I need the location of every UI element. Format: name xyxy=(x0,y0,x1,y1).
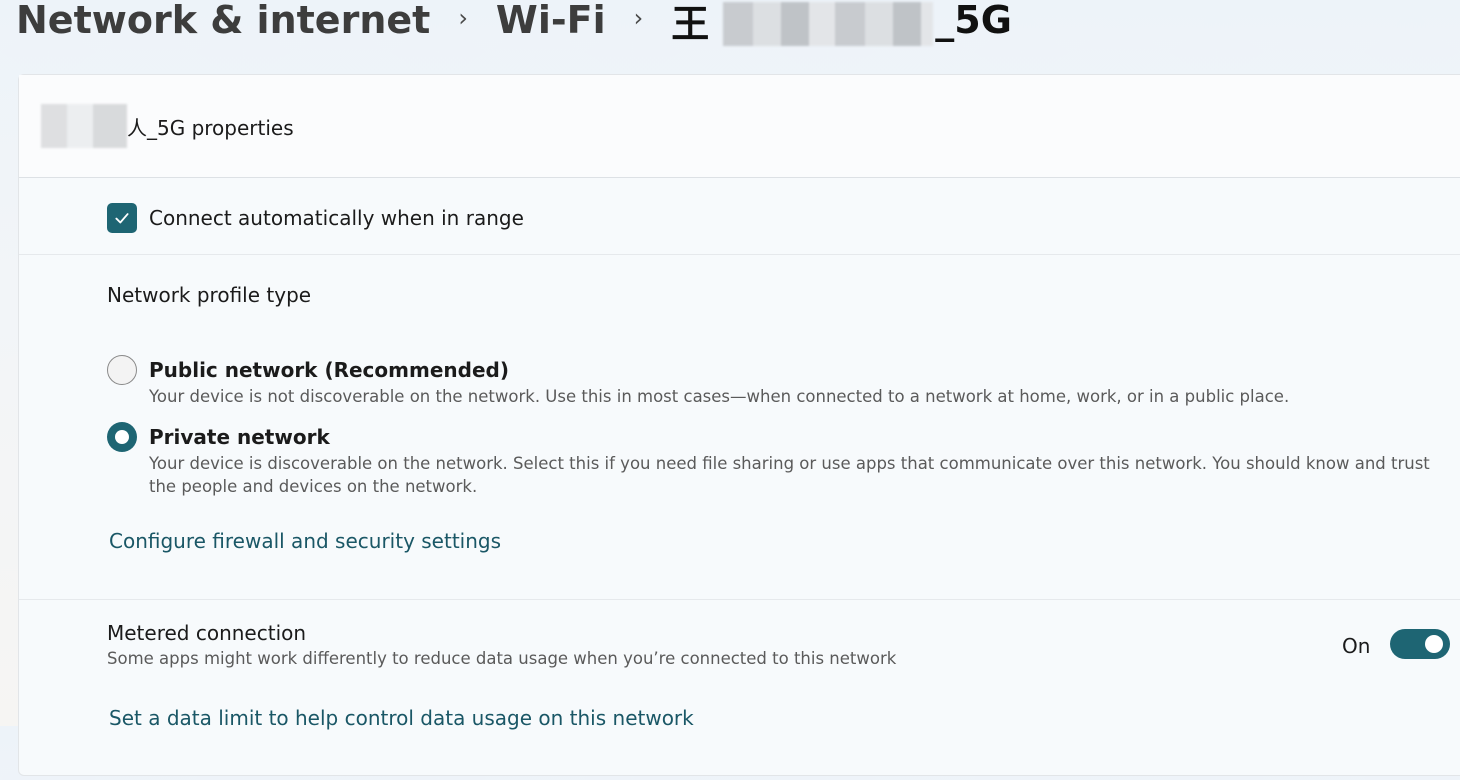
configure-firewall-link[interactable]: Configure firewall and security settings xyxy=(109,529,501,553)
breadcrumb-network-internet[interactable]: Network & internet xyxy=(16,0,430,42)
metered-connection-title: Metered connection xyxy=(107,621,307,645)
auto-connect-label[interactable]: Connect automatically when in range xyxy=(149,206,524,230)
network-properties-card: 人_5G properties Connect automatically wh… xyxy=(18,74,1460,776)
auto-connect-checkbox[interactable] xyxy=(107,203,137,233)
public-network-radio[interactable] xyxy=(107,355,137,385)
auto-connect-row: Connect automatically when in range xyxy=(19,178,1460,255)
set-data-limit-link[interactable]: Set a data limit to help control data us… xyxy=(109,706,694,730)
private-network-title[interactable]: Private network xyxy=(149,425,330,449)
toggle-knob xyxy=(1425,635,1443,653)
checkmark-icon xyxy=(115,213,129,224)
metered-connection-row: Metered connection Some apps might work … xyxy=(19,600,1460,780)
public-network-desc: Your device is not discoverable on the n… xyxy=(149,387,1290,406)
page-title-prefix: 王 xyxy=(671,1,710,46)
metered-connection-toggle[interactable] xyxy=(1390,629,1450,659)
public-network-title[interactable]: Public network (Recommended) xyxy=(149,358,509,382)
chevron-right-icon: › xyxy=(633,4,644,32)
redacted-network-name xyxy=(41,104,127,148)
network-profile-section: Network profile type Public network (Rec… xyxy=(19,255,1460,600)
metered-toggle-state: On xyxy=(1342,634,1371,658)
radio-dot xyxy=(115,430,129,444)
chevron-right-icon: › xyxy=(458,4,468,32)
page-title-suffix: _5G xyxy=(935,0,1012,42)
private-network-desc: Your device is discoverable on the netwo… xyxy=(149,454,1430,496)
network-profile-title: Network profile type xyxy=(107,283,312,307)
private-network-radio[interactable] xyxy=(107,422,137,452)
metered-connection-desc: Some apps might work differently to redu… xyxy=(107,649,897,668)
page-title: 王 _5G xyxy=(671,0,1012,48)
card-header: 人_5G properties xyxy=(19,75,1460,178)
redacted-network-name xyxy=(723,2,934,46)
breadcrumb: Network & internet › Wi-Fi › 王 _5G xyxy=(16,0,1012,48)
breadcrumb-wifi[interactable]: Wi-Fi xyxy=(496,0,606,42)
card-header-title: 人_5G properties xyxy=(127,115,294,140)
